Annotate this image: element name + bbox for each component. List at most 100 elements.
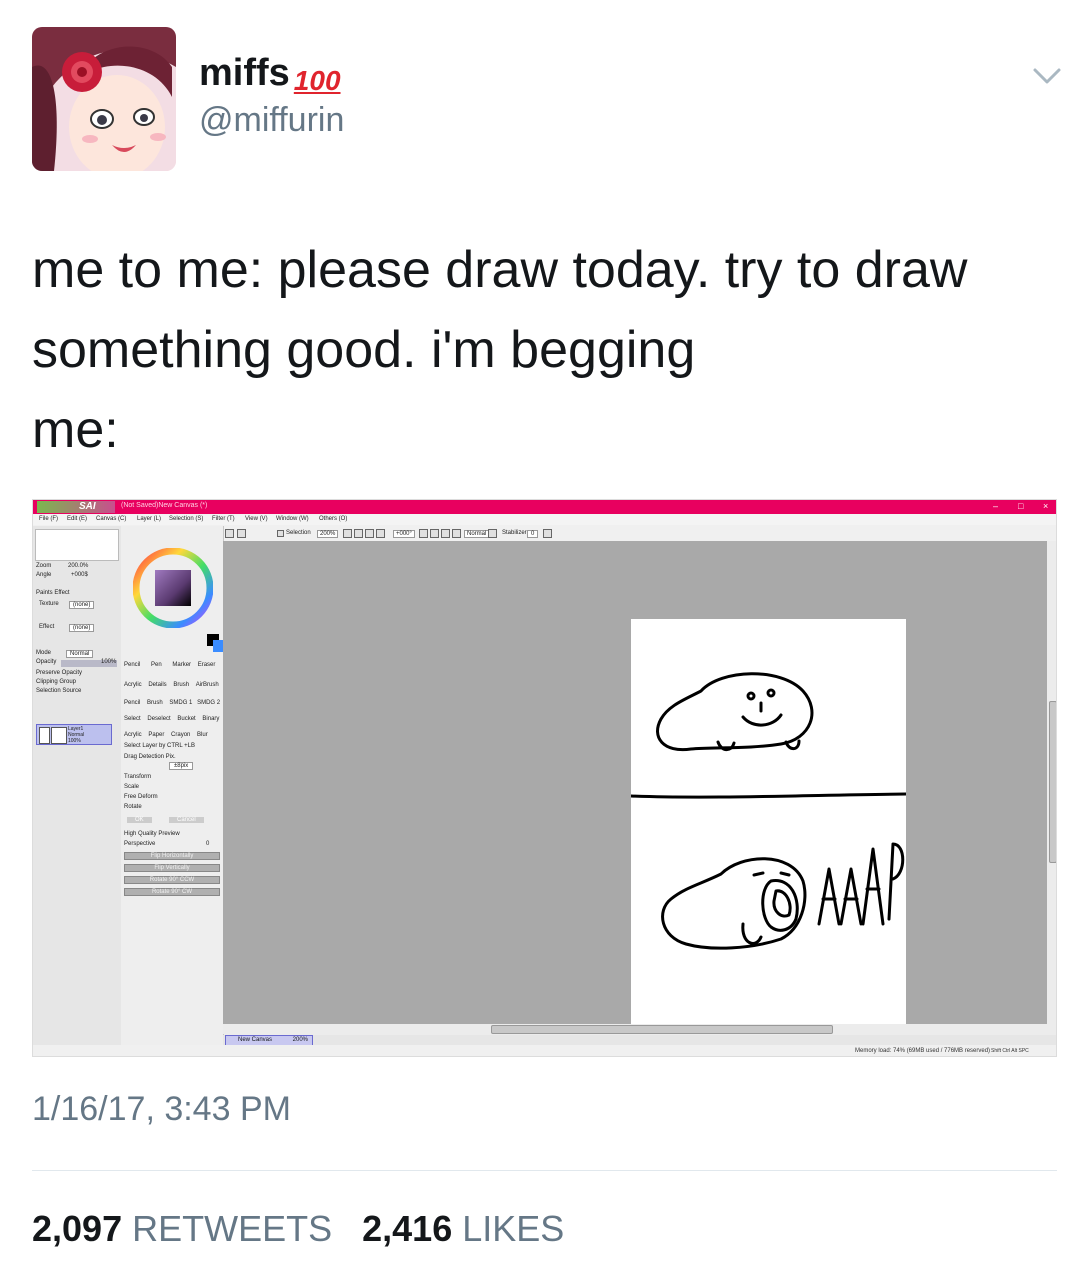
menu-window[interactable]: Window (W) (276, 516, 309, 522)
tool-acrylic-2[interactable]: Acrylic (124, 732, 142, 738)
navigator-preview[interactable] (35, 529, 119, 561)
menu-others[interactable]: Others (O) (319, 516, 347, 522)
tool-crayon[interactable]: Crayon (171, 732, 190, 738)
stabilizer-field[interactable]: 0 (527, 530, 539, 538)
blend-field[interactable]: Normal (464, 530, 490, 538)
tool-acrylic[interactable]: Acrylic (124, 682, 142, 688)
angle-field[interactable]: +000° (393, 530, 415, 538)
horizontal-scrollbar[interactable] (223, 1024, 1047, 1034)
tool-pencil-2[interactable]: Pencil (124, 700, 140, 706)
rotate-left-icon[interactable] (419, 529, 428, 538)
app-titlebar: SAI (Not Saved)New Canvas (*) – □ × (33, 500, 1056, 514)
close-icon[interactable]: × (1043, 501, 1048, 511)
scale-radio[interactable]: Scale (124, 784, 139, 790)
flip-icon[interactable] (452, 529, 461, 538)
texture-select[interactable]: (none) (69, 601, 95, 609)
paper-effect-header[interactable]: Paints Effect (36, 590, 70, 596)
layer-row[interactable]: Layer1 Normal 100% (36, 724, 112, 745)
stabilizer-dropdown-icon[interactable] (543, 529, 552, 538)
clipping-group-checkbox[interactable]: Clipping Group (36, 679, 76, 685)
preserve-opacity-checkbox[interactable]: Preserve Opacity (36, 670, 82, 676)
layer-info: Layer1 Normal 100% (68, 726, 84, 744)
tool-brush-2[interactable]: Brush (147, 700, 163, 706)
high-quality-preview-checkbox[interactable]: High Quality Preview (124, 831, 180, 837)
deselect-icon[interactable] (237, 529, 246, 538)
likes-stat[interactable]: 2,416 LIKES (362, 1208, 564, 1249)
color-wheel[interactable] (133, 548, 213, 628)
tweet-line-2: something good. i'm begging (32, 321, 696, 379)
free-deform-radio[interactable]: Free Deform (124, 794, 158, 800)
zoom-field[interactable]: 200% (317, 530, 339, 538)
memory-status: Memory load: 74% (69MB used / 776MB rese… (855, 1048, 991, 1054)
menu-file[interactable]: File (F) (39, 516, 58, 522)
angle-value[interactable]: +000$ (71, 572, 88, 578)
tool-binary[interactable]: Binary (202, 716, 219, 722)
perspective-value[interactable]: 0 (206, 841, 209, 847)
canvas-area[interactable]: AAA (223, 541, 1047, 1029)
tool-marker[interactable]: Marker (172, 662, 191, 668)
minimize-icon[interactable]: – (993, 501, 998, 511)
transform-radio[interactable]: Transform (124, 774, 151, 780)
tool-select[interactable]: Select (124, 716, 141, 722)
zoom-out-icon[interactable] (343, 529, 352, 538)
rotate-ccw-button[interactable]: Rotate 90° CCW (124, 876, 220, 884)
ok-button[interactable]: OK (127, 817, 152, 823)
chevron-down-icon[interactable] (1032, 66, 1062, 86)
tool-panel: Pencil Pen Marker Eraser Acrylic Details… (121, 526, 225, 1045)
display-name[interactable]: miffs 100 (199, 52, 341, 95)
mode-select[interactable]: Normal (66, 650, 94, 658)
zoom-reset-icon[interactable] (365, 529, 374, 538)
tool-pen[interactable]: Pen (151, 662, 162, 668)
tool-airbrush[interactable]: AirBrush (196, 682, 219, 688)
tool-eraser[interactable]: Eraser (198, 662, 216, 668)
menu-filter[interactable]: Filter (T) (212, 516, 235, 522)
selection-checkbox[interactable] (277, 530, 284, 537)
angle-label: Angle (36, 572, 52, 578)
flip-vertically-button[interactable]: Flip Vertically (124, 864, 220, 872)
tool-deselect[interactable]: Deselect (147, 716, 170, 722)
vertical-scroll-thumb[interactable] (1049, 701, 1056, 863)
tool-row-5: Acrylic Paper Crayon Blur (124, 732, 208, 738)
rotate-right-icon[interactable] (430, 529, 439, 538)
rotate-cw-button[interactable]: Rotate 90° CW (124, 888, 220, 896)
tool-pencil[interactable]: Pencil (124, 662, 140, 668)
tool-smdg1[interactable]: SMDG 1 (169, 700, 192, 706)
tool-blur[interactable]: Blur (197, 732, 208, 738)
horizontal-scroll-thumb[interactable] (491, 1025, 833, 1034)
tool-bucket[interactable]: Bucket (177, 716, 195, 722)
blend-dropdown-icon[interactable] (488, 529, 497, 538)
menu-canvas[interactable]: Canvas (C) (96, 516, 126, 522)
drawing-paper[interactable]: AAA (629, 619, 908, 1029)
tool-paper[interactable]: Paper (148, 732, 164, 738)
attached-screenshot[interactable]: SAI (Not Saved)New Canvas (*) – □ × File… (32, 499, 1057, 1057)
flip-horizontally-button[interactable]: Flip Horizontally (124, 852, 220, 860)
zoom-in-icon[interactable] (354, 529, 363, 538)
tweet-stats: 2,097 RETWEETS 2,416 LIKES (32, 1208, 564, 1250)
retweets-stat[interactable]: 2,097 RETWEETS (32, 1208, 332, 1249)
menu-edit[interactable]: Edit (E) (67, 516, 87, 522)
tool-brush[interactable]: Brush (173, 682, 189, 688)
menu-view[interactable]: View (V) (245, 516, 268, 522)
avatar[interactable] (32, 27, 176, 171)
opacity-value: 100% (101, 659, 117, 665)
rotate-reset-icon[interactable] (441, 529, 450, 538)
maximize-icon[interactable]: □ (1018, 501, 1023, 511)
tool-smdg2[interactable]: SMDG 2 (197, 700, 220, 706)
zoom-fit-icon[interactable] (376, 529, 385, 538)
selection-source-checkbox[interactable]: Selection Source (36, 688, 81, 694)
cancel-button[interactable]: Cancel (169, 817, 204, 823)
redo-icon[interactable] (225, 529, 234, 538)
drag-detection-field[interactable]: ±8pix (169, 762, 194, 770)
tweet-timestamp[interactable]: 1/16/17, 3:43 PM (32, 1090, 291, 1129)
select-layer-option[interactable]: Select Layer by CTRL +LB (124, 743, 195, 749)
tool-details[interactable]: Details (148, 682, 166, 688)
tool-row-3: Pencil Brush SMDG 1 SMDG 2 (124, 700, 220, 706)
menu-layer[interactable]: Layer (L) (137, 516, 161, 522)
vertical-scrollbar[interactable] (1047, 541, 1056, 1024)
menu-selection[interactable]: Selection (S) (169, 516, 203, 522)
eye-icon[interactable] (39, 727, 50, 744)
user-handle[interactable]: @miffurin (199, 101, 344, 140)
rotate-radio[interactable]: Rotate (124, 804, 142, 810)
effect-select[interactable]: (none) (69, 624, 95, 632)
zoom-value[interactable]: 200.0% (68, 563, 88, 569)
